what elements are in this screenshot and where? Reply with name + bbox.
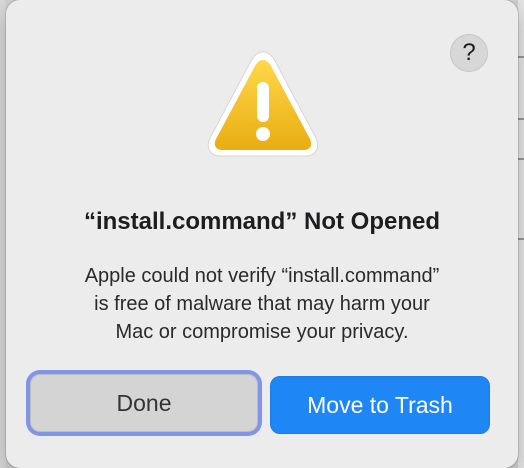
- dialog-message-line: Mac or compromise your privacy.: [115, 321, 409, 343]
- help-button[interactable]: ?: [450, 34, 488, 72]
- move-to-trash-button-label: Move to Trash: [307, 391, 453, 418]
- background-tick: [518, 238, 524, 240]
- dialog-message-line: Apple could not verify “install.command”: [84, 265, 440, 287]
- dialog-message-line: is free of malware that may harm your: [94, 293, 430, 315]
- dialog-title: “install.command” Not Opened: [83, 208, 441, 235]
- background-tick: [518, 56, 524, 58]
- dialog-message: Apple could not verify “install.command”…: [36, 262, 488, 346]
- background-tick: [518, 158, 524, 160]
- move-to-trash-button[interactable]: Move to Trash: [270, 376, 490, 434]
- help-button-label: ?: [462, 39, 476, 66]
- warning-icon: [207, 51, 319, 157]
- background-tick: [518, 118, 524, 120]
- background-edge-right: [518, 0, 524, 468]
- alert-dialog: ? “install.command” Not Opened Apple cou…: [6, 0, 518, 468]
- done-button[interactable]: Done: [30, 374, 258, 432]
- done-button-label: Done: [116, 389, 172, 416]
